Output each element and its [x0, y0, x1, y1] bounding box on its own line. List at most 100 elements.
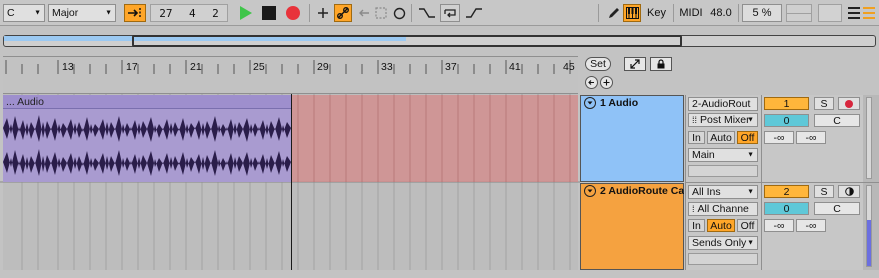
draw-curve-button[interactable] [416, 4, 438, 22]
previous-locator-button[interactable] [585, 76, 598, 89]
channel-icon: ⁞⁞ [692, 115, 698, 125]
track-2-name[interactable]: 2 AudioRoute Ca [600, 185, 684, 197]
track-1-pan[interactable]: C [814, 114, 860, 127]
track-2-meter [866, 185, 872, 267]
loop-icon [444, 9, 456, 18]
circle-icon [393, 7, 405, 19]
overload-indicator [818, 4, 842, 22]
track-1-monitor-auto[interactable]: Auto [707, 131, 735, 144]
loop-switch-button[interactable] [440, 4, 460, 22]
pencil-icon [608, 7, 619, 18]
track-2-volume[interactable]: 0 [764, 202, 809, 215]
track-1-name[interactable]: 1 Audio [600, 97, 638, 109]
ruler-bar-37: 37 [445, 61, 457, 73]
track-2-arm-button[interactable] [838, 185, 860, 198]
track-1-send-b[interactable]: -∞ [796, 131, 826, 144]
arrangement-overview[interactable] [3, 35, 876, 47]
key-map-button[interactable]: Key [643, 4, 670, 22]
chevron-down-icon: ▼ [747, 151, 754, 159]
set-locator-button[interactable]: Set [585, 57, 611, 71]
track-1-volume[interactable]: 0 [764, 114, 809, 127]
midi-map-button[interactable]: MIDI [677, 4, 705, 22]
ruler-bar-25: 25 [253, 61, 265, 73]
key-label: Key [647, 7, 666, 19]
track-1-solo-button[interactable]: S [814, 97, 834, 110]
track-1-monitor-off[interactable]: Off [737, 131, 758, 144]
follow-button[interactable] [124, 4, 146, 22]
stop-icon[interactable] [262, 6, 276, 20]
audio-waveform [3, 115, 291, 176]
menu-icon[interactable] [862, 4, 876, 22]
zoom-field[interactable]: 5 % [742, 4, 782, 22]
track-2-pan[interactable]: C [814, 202, 860, 215]
chevron-down-icon: ▼ [747, 116, 754, 124]
midi-label: MIDI [679, 7, 703, 19]
scale-select[interactable]: Major ▼ [48, 4, 116, 22]
record-arm-icon [845, 99, 853, 108]
cpu-load-readout: 48.0 [706, 4, 736, 22]
draw-curve-up-button[interactable] [463, 4, 485, 22]
piano-keys-icon [625, 7, 639, 19]
track-2-send-a[interactable]: -∞ [764, 219, 794, 232]
track-2-monitor-auto[interactable]: Auto [707, 219, 735, 232]
track-2-input-channel-select[interactable]: ⁞ All Channe [688, 202, 758, 216]
track-1-output-channel[interactable] [688, 165, 758, 177]
fit-to-window-button[interactable] [624, 57, 646, 71]
capture-button[interactable] [372, 4, 390, 22]
cpu-value: 48.0 [710, 7, 732, 19]
ruler-bar-13: 13 [62, 61, 74, 73]
track-1-input-channel-select[interactable]: ⁞⁞ Post Mixer ▼ [688, 113, 758, 127]
lock-icon [657, 59, 665, 69]
toolbar-divider [309, 4, 310, 22]
track-2-activator[interactable]: 2 [764, 185, 809, 198]
key-select[interactable]: C ▼ [3, 4, 45, 22]
track-2-monitor-off[interactable]: Off [737, 219, 758, 232]
clip-title-bar[interactable]: ... Audio [3, 95, 291, 109]
track-1-fold-button[interactable] [584, 97, 596, 109]
track-1-input-type: 2-AudioRout [692, 98, 751, 110]
track-2-send-b[interactable]: -∞ [796, 219, 826, 232]
track-2-input-channel: All Channe [697, 203, 749, 215]
add-locator-button[interactable] [314, 4, 332, 22]
track-2-fold-button[interactable] [584, 185, 596, 197]
curve-down-icon [419, 8, 435, 18]
set-label: Set [590, 58, 606, 70]
next-locator-button[interactable] [600, 76, 613, 89]
ruler-bar-29: 29 [317, 61, 329, 73]
ruler-bar-41: 41 [509, 61, 521, 73]
automation-arm-button[interactable] [334, 4, 352, 22]
track-1-meter [866, 97, 872, 179]
track-2-solo-button[interactable]: S [814, 185, 834, 198]
play-icon[interactable] [238, 5, 254, 21]
track-2-output-select[interactable]: Sends Only ▼ [688, 236, 758, 250]
position-sixteenths: 2 [212, 6, 219, 20]
track-1-arm-button[interactable] [838, 97, 860, 110]
arrangement-position[interactable]: 27 4 2 [150, 4, 228, 22]
scale-value: Major [52, 7, 79, 19]
session-record-button[interactable] [390, 4, 408, 22]
record-icon[interactable] [286, 6, 300, 20]
track-2-output: Sends Only [692, 237, 747, 249]
track-1-monitor-in[interactable]: In [688, 131, 705, 144]
draw-mode-button[interactable] [604, 4, 622, 22]
track-1-activator[interactable]: 1 [764, 97, 809, 110]
insert-marker [291, 94, 292, 270]
track-1-output-select[interactable]: Main ▼ [688, 148, 758, 162]
track-1-send-a[interactable]: -∞ [764, 131, 794, 144]
overview-view-box[interactable] [132, 35, 682, 47]
position-bars: 27 [159, 6, 173, 20]
track-2-output-channel[interactable] [688, 253, 758, 265]
clip-title: ... Audio [6, 96, 44, 108]
back-to-arrangement-button[interactable] [355, 4, 373, 22]
zoom-stepper[interactable] [786, 4, 812, 22]
ruler-bar-33: 33 [381, 61, 393, 73]
lock-envelopes-button[interactable] [650, 57, 672, 71]
track-2-input-type-select[interactable]: All Ins ▼ [688, 185, 758, 199]
track-1-input-channel: Post Mixer [700, 114, 750, 126]
sliders-icon[interactable] [848, 4, 860, 22]
toolbar-divider [598, 4, 599, 22]
computer-midi-keyboard-button[interactable] [623, 4, 641, 22]
curve-up-icon [466, 8, 482, 18]
track-2-monitor-in[interactable]: In [688, 219, 705, 232]
track-1-input-type-select[interactable]: 2-AudioRout [688, 97, 758, 111]
